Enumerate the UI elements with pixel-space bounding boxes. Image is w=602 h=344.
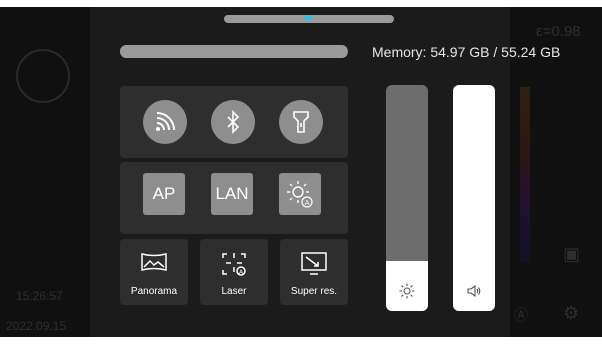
volume-slider[interactable]	[453, 85, 495, 311]
flashlight-button[interactable]	[279, 100, 323, 144]
collapse-arrow-icon[interactable]	[303, 16, 313, 22]
super-resolution-icon	[301, 252, 327, 275]
memory-usage-bar	[120, 45, 348, 58]
brightness-slider[interactable]	[386, 85, 428, 311]
crosshair-icon	[16, 49, 70, 103]
laser-mode-button[interactable]: A Laser	[200, 239, 268, 305]
memory-usage-fill	[120, 45, 347, 58]
panorama-mode-button[interactable]: Panorama	[120, 239, 188, 305]
gallery-icon: ▣	[563, 244, 581, 264]
quick-toggle-group	[120, 86, 348, 158]
wifi-icon	[156, 112, 175, 131]
network-button-group: AP LAN A	[120, 162, 348, 234]
super-resolution-mode-button[interactable]: Super res.	[280, 239, 348, 305]
emissivity-readout: ε=0.98	[536, 23, 581, 40]
laser-label: Laser	[221, 286, 247, 297]
bluetooth-icon	[227, 110, 240, 134]
app-screen: ε=0.98 15:26:57 2022.09.15 Memory: 54.97…	[0, 7, 602, 337]
panorama-label: Panorama	[130, 286, 178, 297]
date-readout: 2022.09.15	[6, 319, 67, 333]
auto-mode-icon: Ⓐ	[514, 307, 528, 323]
wifi-hotspot-button[interactable]	[143, 100, 187, 144]
memory-usage-label: Memory: 54.97 GB / 55.24 GB	[372, 44, 561, 60]
laser-icon: A	[222, 253, 246, 276]
volume-icon	[453, 283, 495, 299]
thermal-color-bar	[520, 87, 530, 262]
bluetooth-button[interactable]	[211, 100, 255, 144]
auto-brightness-icon: A	[287, 181, 313, 208]
lan-button[interactable]: LAN	[211, 173, 253, 215]
super-resolution-label: Super res.	[290, 286, 338, 297]
auto-brightness-button[interactable]: A	[279, 173, 321, 215]
time-readout: 15:26:57	[16, 289, 63, 303]
settings-gear-icon: ⚙	[563, 303, 580, 323]
svg-text:A: A	[305, 199, 310, 207]
volume-slider-fill	[453, 85, 495, 311]
panorama-icon	[141, 253, 167, 271]
flashlight-icon	[293, 111, 309, 133]
brightness-icon	[386, 283, 428, 299]
ap-button[interactable]: AP	[143, 173, 185, 215]
